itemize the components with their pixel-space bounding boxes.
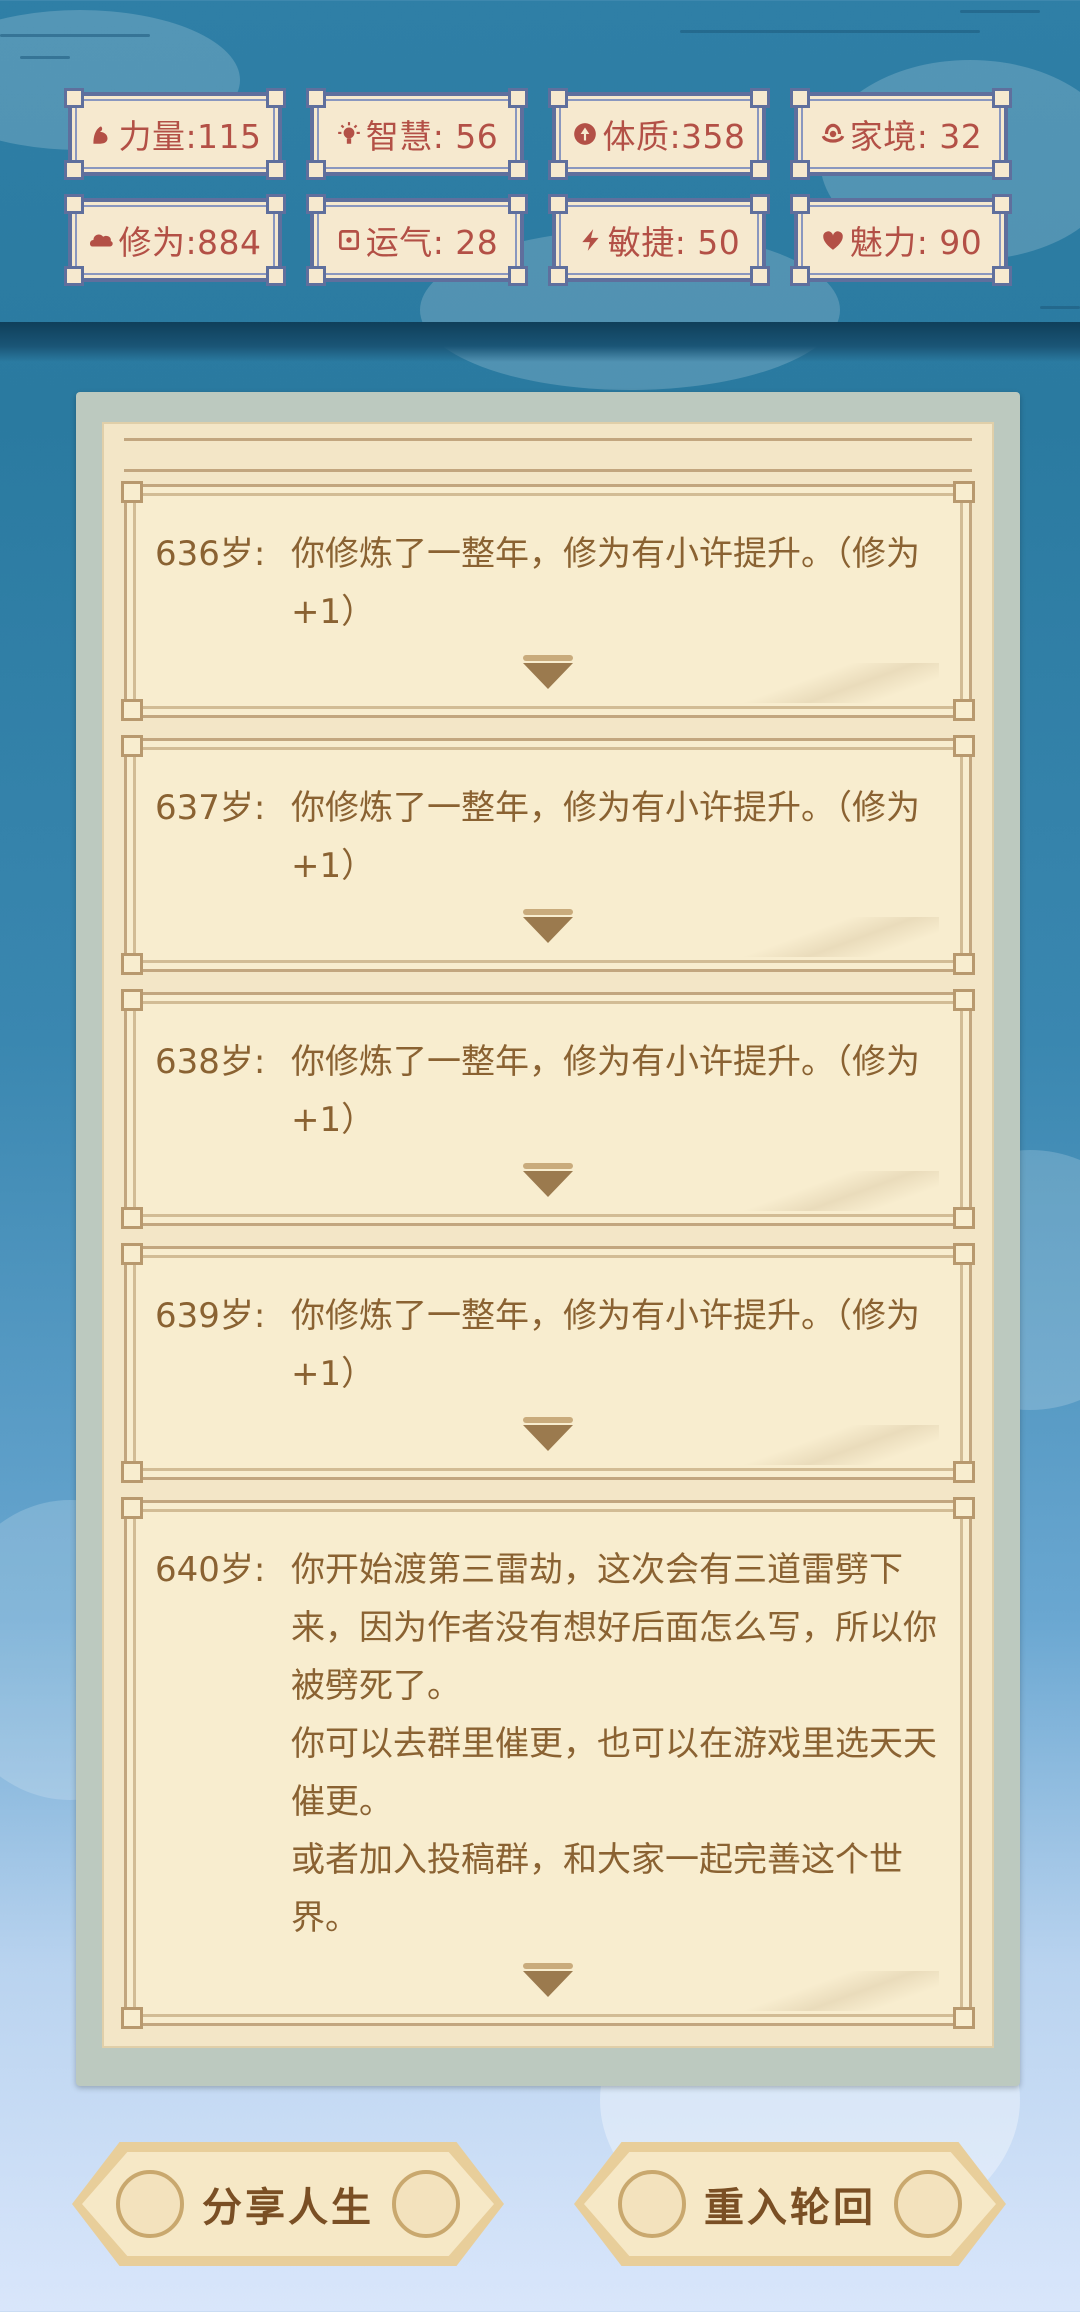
life-entry-card[interactable]: 638岁: 你修炼了一整年，修为有小许提升。（修为+1） <box>121 989 975 1229</box>
entry-age: 640岁: <box>155 1550 266 1590</box>
family-icon <box>821 123 844 143</box>
life-entry-card[interactable]: 636岁: 你修炼了一整年，修为有小许提升。（修为+1） <box>121 481 975 721</box>
cultivation-icon <box>90 234 114 247</box>
cloud-ornament-icon <box>618 2170 686 2238</box>
stat-charm-label: 魅力: 90 <box>849 223 983 262</box>
life-entry-card[interactable]: 639岁: 你修炼了一整年，修为有小许提升。（修为+1） <box>121 1243 975 1483</box>
life-entry-card[interactable]: 637岁: 你修炼了一整年，修为有小许提升。（修为+1） <box>121 735 975 975</box>
scroll-top-border <box>124 438 972 472</box>
stat-charm: 魅力: 90 <box>790 194 1012 286</box>
entry-text: 或者加入投稿群，和大家一起完善这个世界。 <box>291 1840 903 1938</box>
stat-wisdom-label: 智慧: 56 <box>365 117 499 156</box>
share-life-button[interactable]: 分享人生 <box>72 2142 504 2266</box>
stat-luck: 运气: 28 <box>306 194 528 286</box>
entry-age: 639岁: <box>155 1296 266 1336</box>
charm-icon <box>822 231 843 250</box>
stat-cultivation-label: 修为:884 <box>118 223 262 262</box>
stat-cultivation: 修为:884 <box>64 194 286 286</box>
restart-reincarnation-button[interactable]: 重入轮回 <box>574 2142 1006 2266</box>
entry-age: 638岁: <box>155 1042 266 1082</box>
stat-constitution-label: 体质:358 <box>602 117 746 156</box>
share-life-label: 分享人生 <box>202 2185 374 2231</box>
restart-label: 重入轮回 <box>704 2185 876 2231</box>
entry-text: 你修炼了一整年，修为有小许提升。（修为+1） <box>291 534 920 632</box>
ink-band-divider <box>0 322 1080 362</box>
entry-text: 你可以去群里催更，也可以在游戏里选天天催更。 <box>291 1724 937 1822</box>
life-log-panel: 636岁: 你修炼了一整年，修为有小许提升。（修为+1） 637岁: 你修炼了一… <box>76 392 1020 2086</box>
constitution-icon <box>574 123 597 145</box>
expand-arrow-icon[interactable] <box>523 1417 573 1451</box>
entry-text: 你开始渡第三雷劫，这次会有三道雷劈下来，因为作者没有想好后面怎么写，所以你被劈死… <box>291 1550 937 1706</box>
entry-age: 637岁: <box>155 788 266 828</box>
stat-strength-label: 力量:115 <box>118 117 262 156</box>
life-log-scroll[interactable]: 636岁: 你修炼了一整年，修为有小许提升。（修为+1） 637岁: 你修炼了一… <box>104 424 992 2046</box>
cloud-ornament-icon <box>894 2170 962 2238</box>
expand-arrow-icon[interactable] <box>523 1163 573 1197</box>
entry-age: 636岁: <box>155 534 266 574</box>
entry-text: 你修炼了一整年，修为有小许提升。（修为+1） <box>291 788 920 886</box>
stat-family: 家境: 32 <box>790 88 1012 180</box>
life-entry-card[interactable]: 640岁: 你开始渡第三雷劫，这次会有三道雷劈下来，因为作者没有想好后面怎么写，… <box>121 1497 975 2029</box>
stat-wisdom: 智慧: 56 <box>306 88 528 180</box>
stat-strength: 力量:115 <box>64 88 286 180</box>
entry-text: 你修炼了一整年，修为有小许提升。（修为+1） <box>291 1042 920 1140</box>
expand-arrow-icon[interactable] <box>523 909 573 943</box>
luck-icon <box>338 229 359 251</box>
wisdom-icon <box>337 122 360 144</box>
stat-luck-label: 运气: 28 <box>365 223 499 262</box>
stat-constitution: 体质:358 <box>548 88 770 180</box>
cloud-ornament-icon <box>392 2170 460 2238</box>
expand-arrow-icon[interactable] <box>523 655 573 689</box>
stat-agility: 敏捷: 50 <box>548 194 770 286</box>
strength-icon <box>93 126 108 144</box>
stat-family-label: 家境: 32 <box>849 117 983 156</box>
stat-agility-label: 敏捷: 50 <box>607 223 741 262</box>
expand-arrow-icon[interactable] <box>523 1963 573 1997</box>
cloud-ornament-icon <box>116 2170 184 2238</box>
entry-text: 你修炼了一整年，修为有小许提升。（修为+1） <box>291 1296 920 1394</box>
agility-icon <box>582 229 599 251</box>
